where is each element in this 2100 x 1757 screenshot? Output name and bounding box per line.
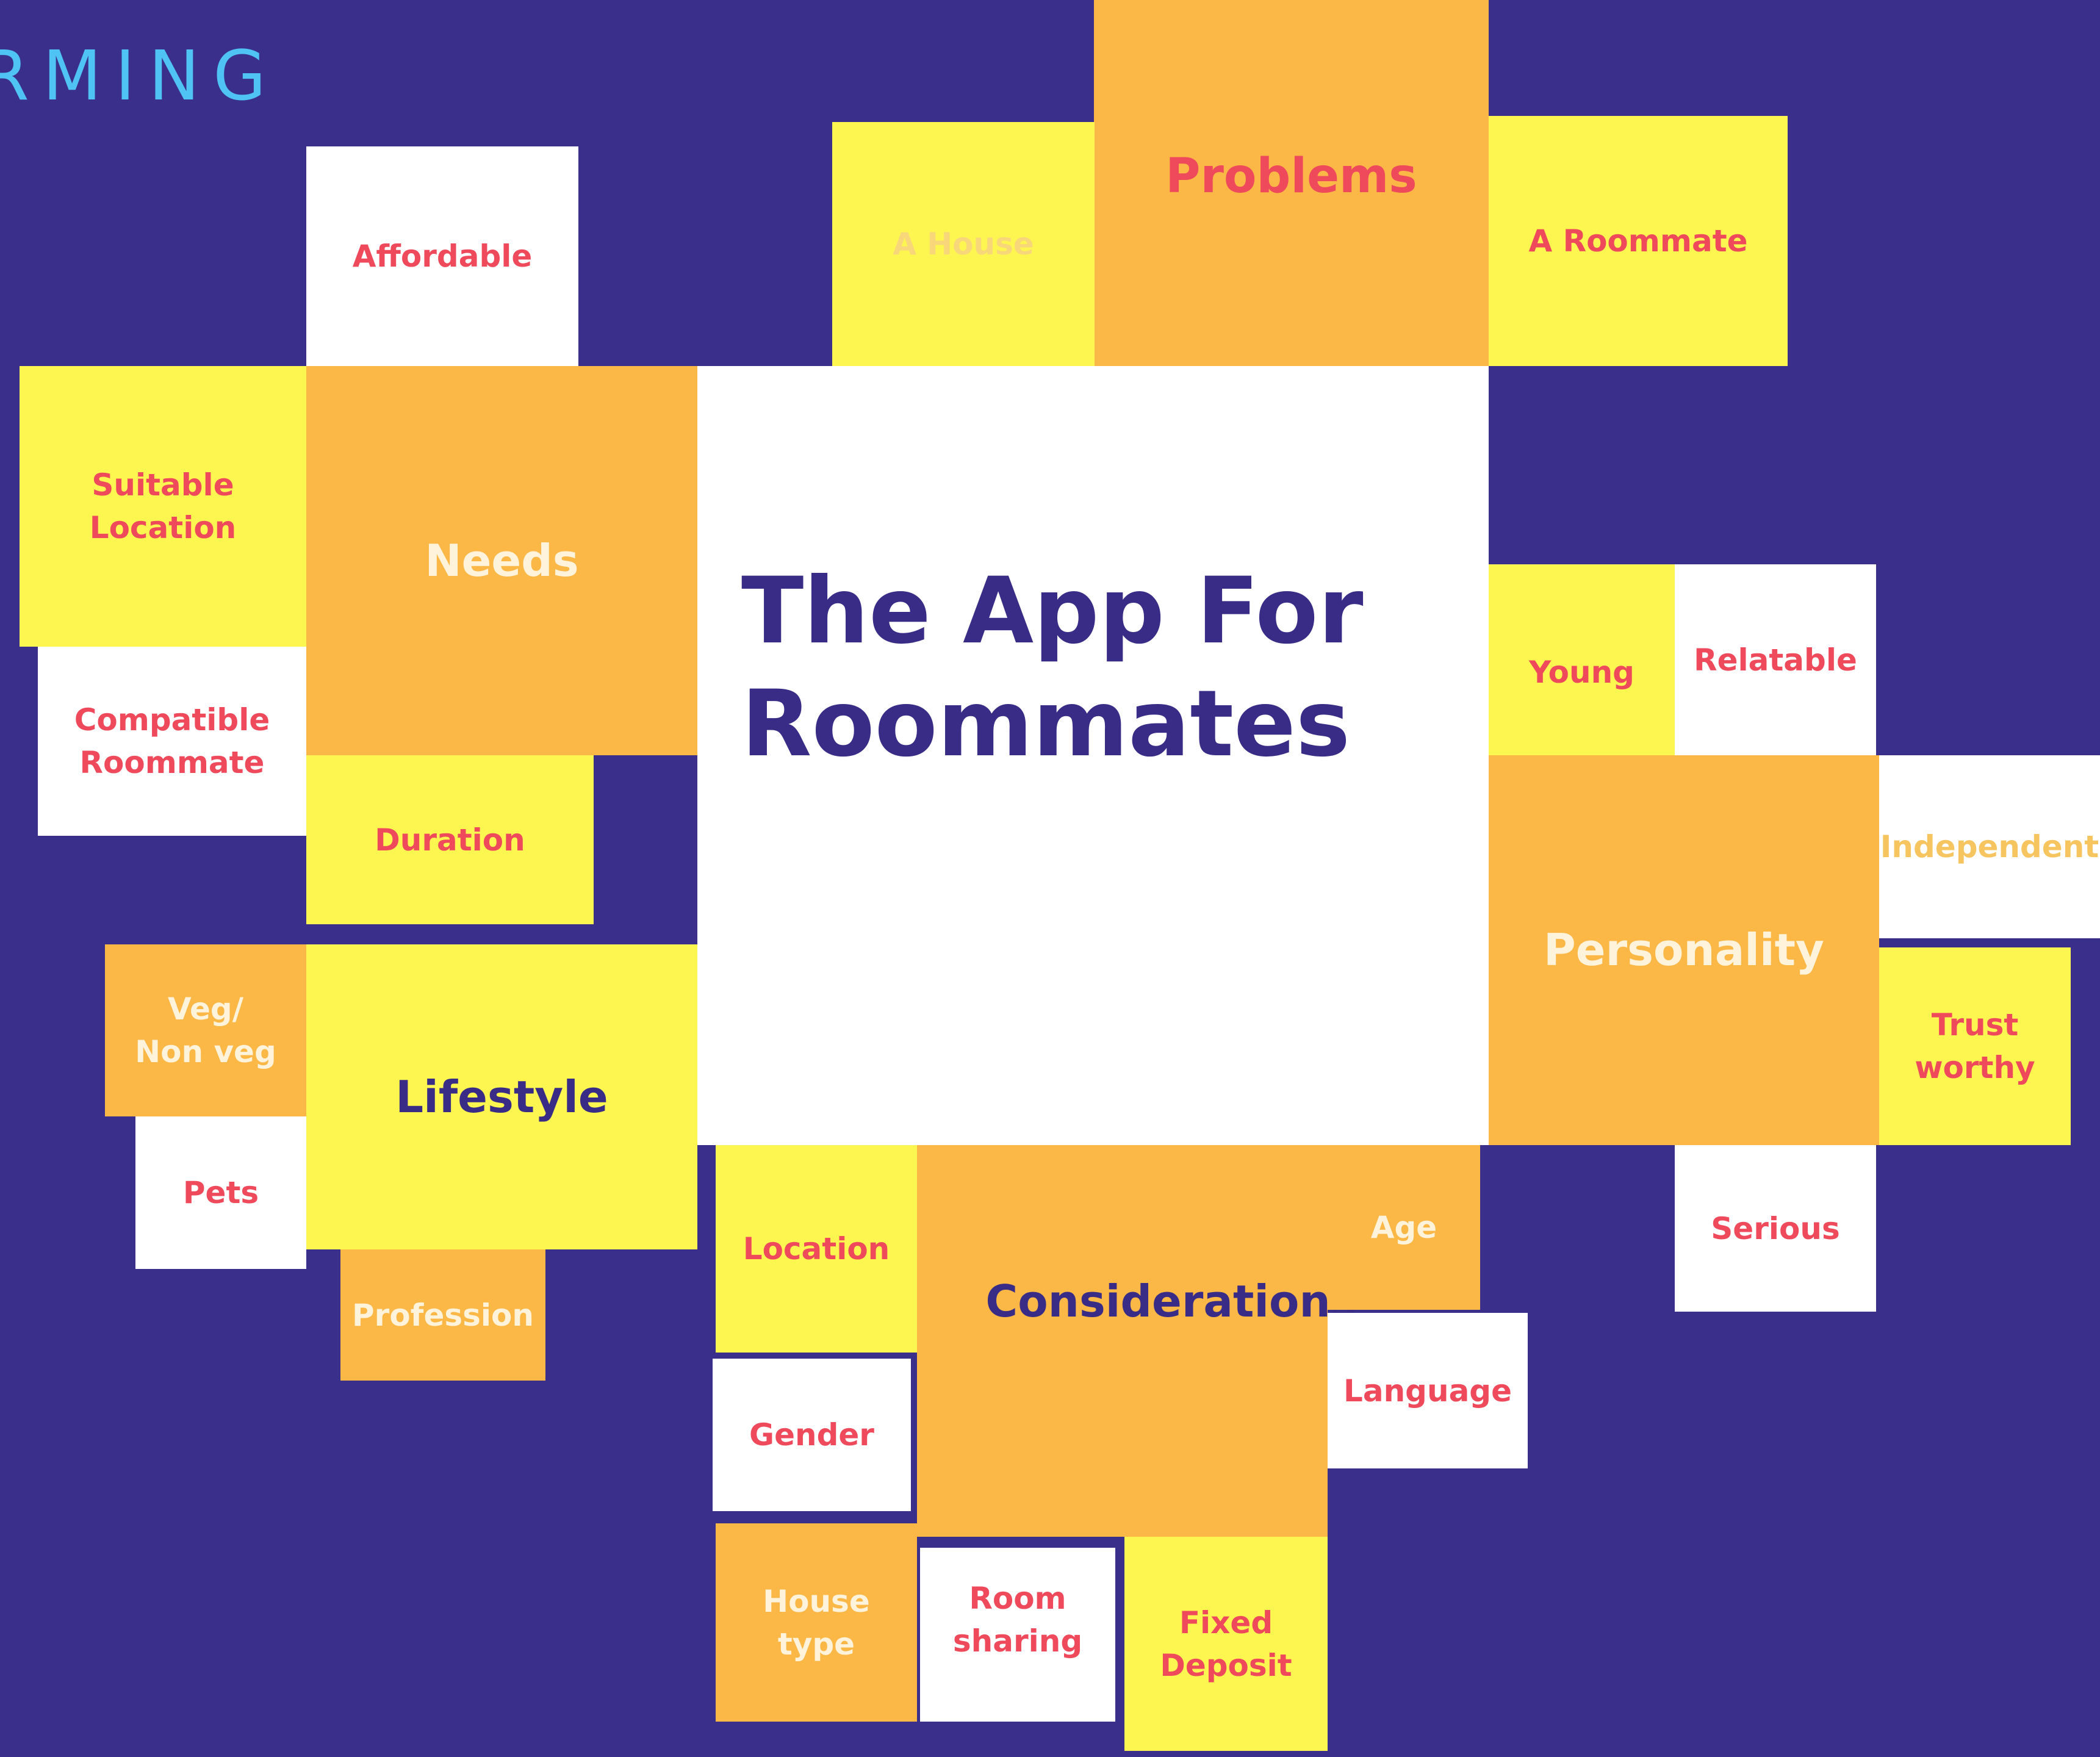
needs-hub: Needs [306, 366, 697, 755]
need-item-affordable: Affordable [306, 146, 578, 366]
consideration-item-age: Age [1328, 1145, 1480, 1310]
need-item-suitable-location: Suitable Location [20, 366, 306, 647]
problem-item-a-roommate: A Roommate [1489, 116, 1788, 366]
considerations-hub: Considerations [917, 1145, 1357, 1537]
personality-item-young: Young [1489, 564, 1675, 755]
consideration-item-location: Location [716, 1145, 917, 1353]
center-title: The App For Roommates [741, 558, 1364, 777]
problem-item-a-house: A House [832, 122, 1095, 366]
personality-hub: Personality [1489, 755, 1879, 1145]
personality-item-relatable: Relatable [1675, 564, 1876, 755]
lifestyle-item-profession: Profession [340, 1249, 545, 1381]
need-item-duration: Duration [306, 755, 594, 924]
lifestyle-hub: Lifestyle [306, 944, 697, 1249]
consideration-item-gender: Gender [713, 1359, 911, 1511]
problems-hub: Problems [1094, 0, 1489, 366]
lifestyle-item-pets: Pets [135, 1116, 306, 1269]
page-title: RMING [0, 37, 280, 116]
lifestyle-item-veg-non-veg: Veg/ Non veg [105, 944, 306, 1116]
consideration-item-room-sharing: Room sharing [920, 1548, 1115, 1722]
consideration-item-house-type: House type [716, 1523, 917, 1722]
personality-item-trust-worthy: Trust worthy [1879, 947, 2071, 1145]
personality-item-serious: Serious [1675, 1145, 1876, 1312]
need-item-compatible-roommate: Compatible Roommate [38, 647, 306, 836]
personality-item-independent: Independent [1879, 755, 2100, 938]
consideration-item-language: Language [1328, 1313, 1528, 1468]
consideration-item-fixed-deposit: Fixed Deposit [1124, 1537, 1328, 1751]
